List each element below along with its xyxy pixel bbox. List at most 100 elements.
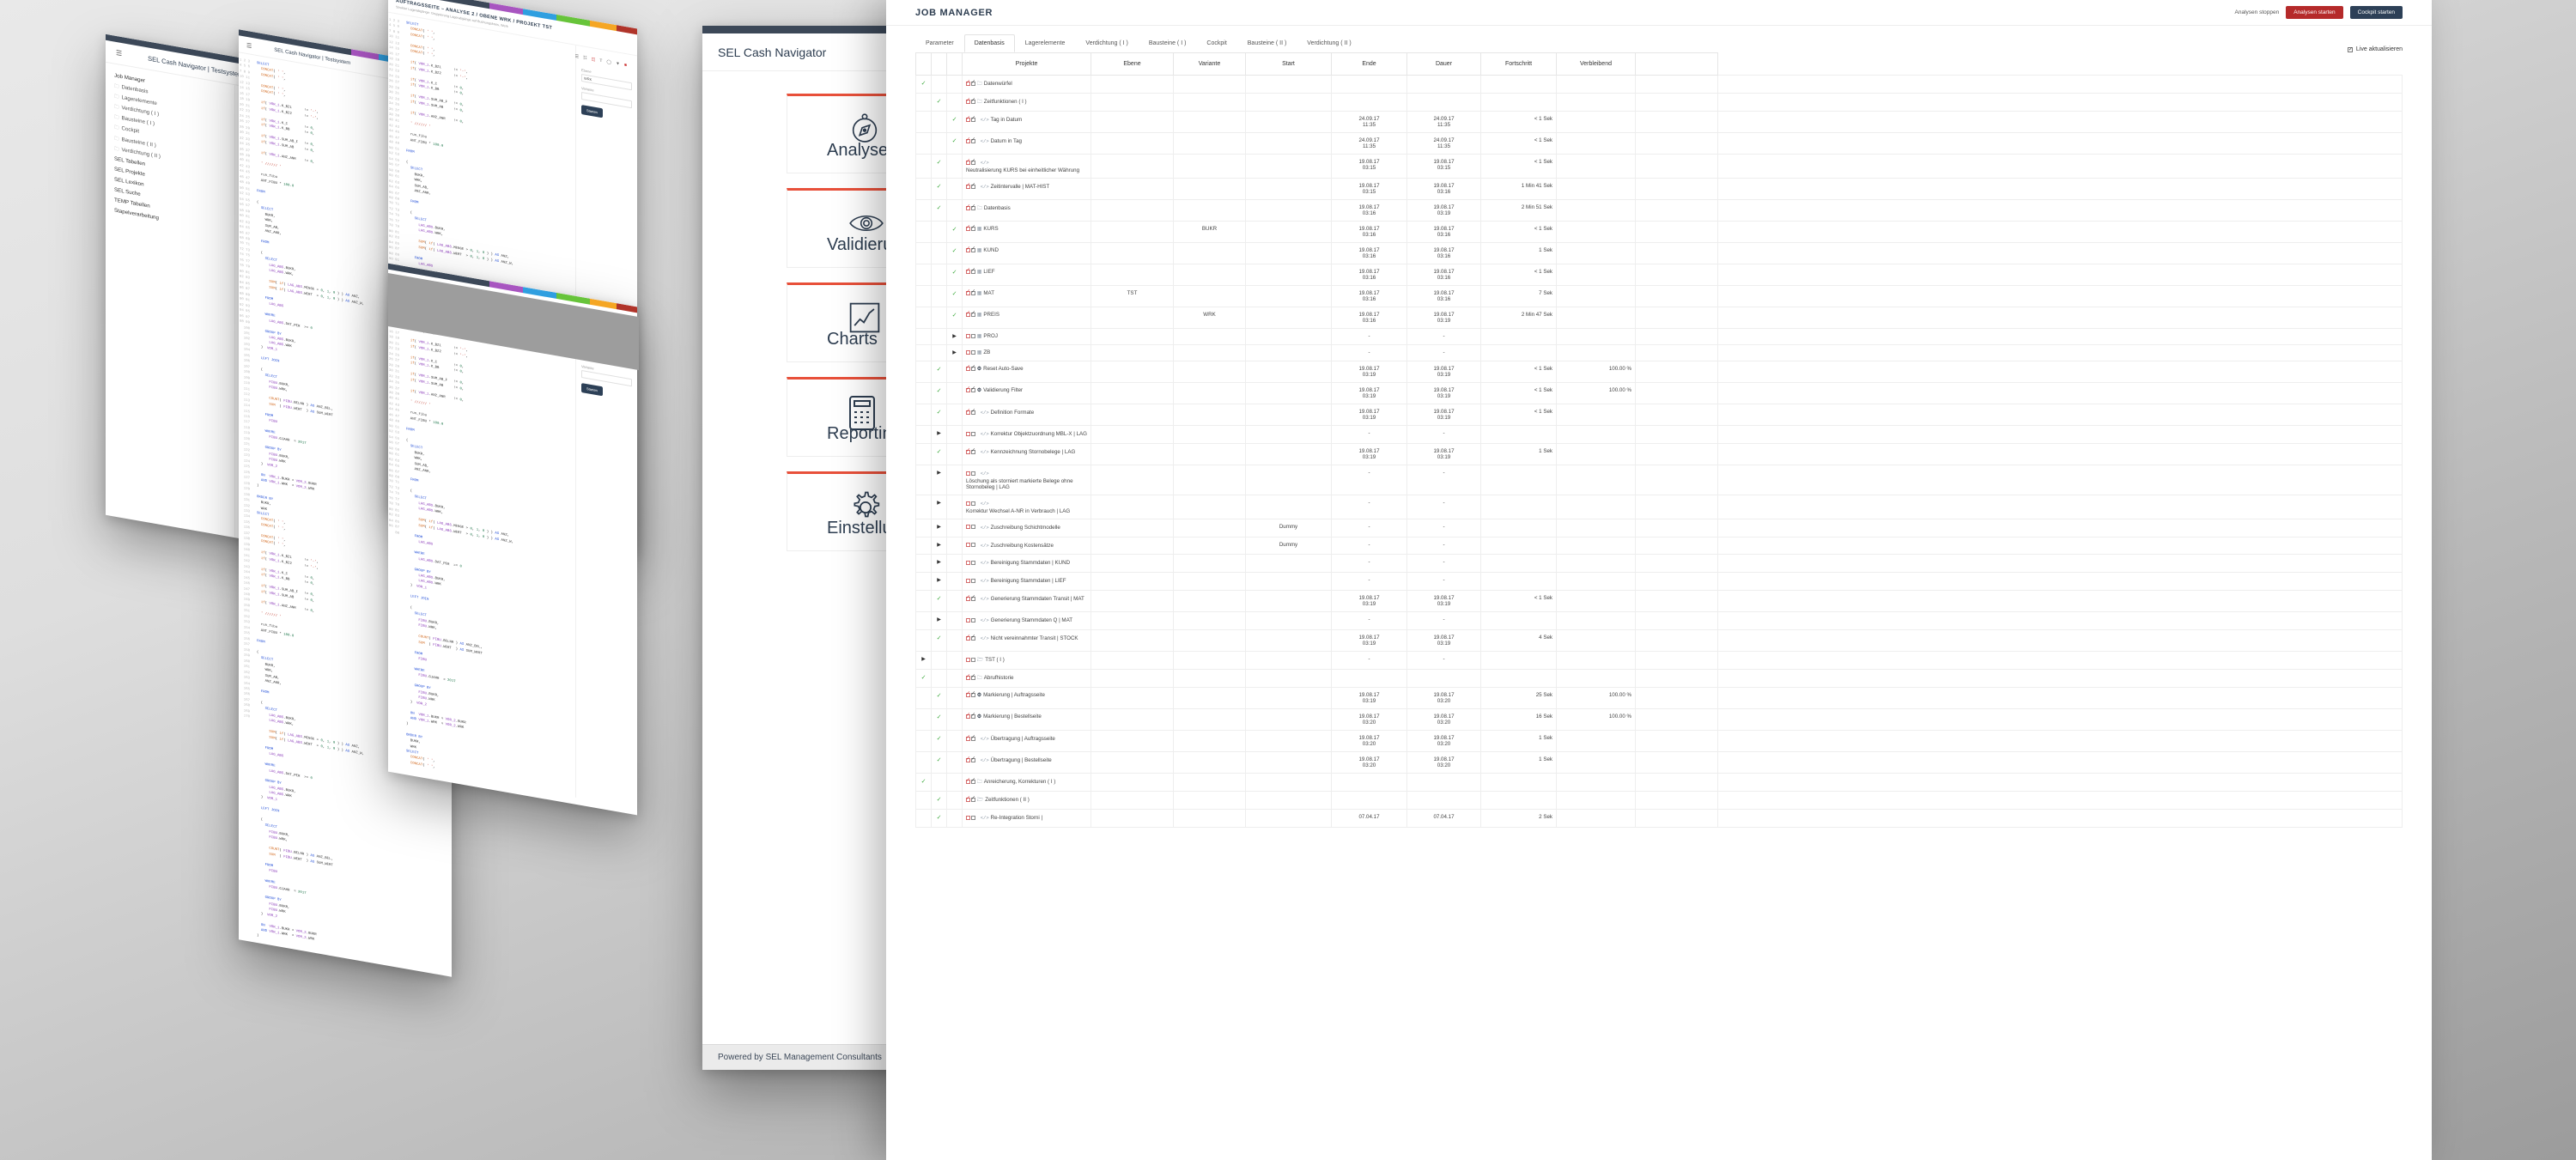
select-checkbox[interactable] (966, 579, 970, 584)
sql-code[interactable]: SELECT CONCAT( ' ', CONCAT( ' ', CONCAT(… (403, 299, 575, 798)
job-label-cell[interactable]: Zuschreibung Schichtmodelle (962, 518, 1091, 537)
select-checkbox[interactable] (966, 408, 970, 415)
select-checkbox[interactable] (966, 501, 970, 506)
job-label-cell[interactable]: TST ( I ) (962, 651, 1091, 671)
job-label-cell[interactable]: Generierung Stammdaten Transit | MAT (962, 590, 1091, 613)
select-checkbox[interactable] (966, 734, 970, 742)
enable-checkbox[interactable] (971, 333, 975, 338)
stop-analyses-link[interactable]: Analysen stoppen (2235, 9, 2280, 15)
table-row[interactable]: ✓ Datenbasis 19.08.1703:1619.08.1703:192 … (915, 198, 2403, 222)
table-row[interactable]: ✓ Zeitfunktionen ( II ) (915, 791, 2403, 811)
start-button[interactable]: Starten (581, 383, 603, 397)
select-checkbox[interactable] (966, 137, 970, 143)
select-checkbox[interactable] (966, 471, 970, 476)
select-checkbox[interactable] (966, 712, 970, 720)
table-row[interactable]: ✓ Nicht vereinnahmter Transit | STOCK 19.… (915, 629, 2403, 653)
enable-checkbox[interactable] (971, 594, 975, 602)
enable-checkbox[interactable] (971, 816, 975, 821)
table-row[interactable]: ✓ Datenwürfel (915, 75, 2403, 94)
select-checkbox[interactable] (966, 288, 970, 295)
start-cockpit-button[interactable]: Cockpit starten (2349, 6, 2403, 19)
job-label-cell[interactable]: Datenbasis (962, 198, 1091, 222)
text-icon[interactable]: T (599, 58, 602, 64)
table-row[interactable]: ✓ Re-Integration Storni | 07.04.1707.04.1… (915, 809, 2403, 829)
enable-checkbox[interactable] (971, 690, 975, 698)
enable-checkbox[interactable] (971, 408, 975, 415)
enable-checkbox[interactable] (971, 386, 975, 392)
job-label-cell[interactable]: Korrektur Wechsel A-NR in Verbrauch | LA… (962, 494, 1091, 519)
table-row[interactable]: ✓ Zeitintervalle | MAT-HIST 19.08.1703:15… (915, 177, 2403, 200)
enable-checkbox[interactable] (971, 777, 975, 785)
select-checkbox[interactable] (966, 267, 970, 274)
table-row[interactable]: ✓ Markierung | Bestellseite 19.08.1703:20… (915, 708, 2403, 732)
download-icon[interactable]: ▼ (616, 61, 620, 67)
enable-checkbox[interactable] (971, 471, 975, 476)
enable-checkbox[interactable] (971, 658, 975, 663)
select-checkbox[interactable] (966, 431, 970, 436)
enable-checkbox[interactable] (971, 158, 975, 165)
select-checkbox[interactable] (966, 349, 970, 355)
table-row[interactable]: ✓ Definition Formate 19.08.1703:1919.08.1… (915, 403, 2403, 426)
enable-checkbox[interactable] (971, 182, 975, 189)
job-label-cell[interactable]: Markierung | Bestellseite (962, 708, 1091, 732)
table-row[interactable]: ✓ Datum in Tag 24.09.1711:3524.09.1711:35… (915, 132, 2403, 155)
table-row[interactable]: ✓ Übertragung | Bestellseite 19.08.1703:2… (915, 751, 2403, 774)
tab-cockpit[interactable]: Cockpit (1196, 34, 1236, 52)
job-label-cell[interactable]: Datum in Tag (962, 132, 1091, 155)
table-row[interactable]: ✓ Anreicherung, Korrekturen ( I ) (915, 773, 2403, 793)
table-row[interactable]: ✓ KURSBUKR19.08.1703:1619.08.1703:16< 1 … (915, 220, 2403, 243)
live-refresh-toggle[interactable]: Live aktualisieren (2347, 46, 2403, 52)
table-row[interactable]: ✓ Übertragung | Auftragsseite 19.08.1703:… (915, 730, 2403, 753)
table-row[interactable]: ▶ Korrektur Objektzuordnung MBL-X | LAG -… (915, 424, 2403, 444)
select-checkbox[interactable] (966, 182, 970, 189)
enable-checkbox[interactable] (971, 734, 975, 742)
enable-checkbox[interactable] (971, 561, 975, 566)
job-label-cell[interactable]: Kennzeichnung Stornobelege | LAG (962, 442, 1091, 465)
table-row[interactable]: ✓ Neutralisierung KURS bei einheitlicher… (915, 154, 2403, 179)
select-checkbox[interactable] (966, 795, 970, 803)
table-row[interactable]: ▶ Zuschreibung KostensätzeDummy-- (915, 536, 2403, 556)
job-label-cell[interactable]: Anreicherung, Korrekturen ( I ) (962, 773, 1091, 793)
job-label-cell[interactable]: Übertragung | Auftragsseite (962, 730, 1091, 753)
job-label-cell[interactable]: Löschung als storniert markierte Belege … (962, 464, 1091, 495)
select-checkbox[interactable] (966, 525, 970, 530)
job-label-cell[interactable]: Reset Auto-Save (962, 360, 1091, 383)
job-label-cell[interactable]: Korrektur Objektzuordnung MBL-X | LAG (962, 424, 1091, 444)
enable-checkbox[interactable] (971, 431, 975, 436)
job-label-cell[interactable]: Bereinigung Stammdaten | LIEF (962, 572, 1091, 592)
table-row[interactable]: ▶ Bereinigung Stammdaten | LIEF -- (915, 572, 2403, 592)
copy-icon[interactable]: ◫ (592, 57, 596, 63)
enable-checkbox[interactable] (971, 246, 975, 252)
job-label-cell[interactable]: ZB (962, 343, 1091, 361)
enable-checkbox[interactable] (971, 203, 975, 210)
table-row[interactable]: ✓ Abrufhistorie (915, 669, 2403, 689)
table-row[interactable]: ✓ Generierung Stammdaten Transit | MAT 19… (915, 590, 2403, 613)
expand-arrow-icon[interactable]: ▶ (946, 327, 963, 345)
job-label-cell[interactable]: Bereinigung Stammdaten | KUND (962, 554, 1091, 574)
select-checkbox[interactable] (966, 364, 970, 371)
select-checkbox[interactable] (966, 634, 970, 641)
enable-checkbox[interactable] (971, 267, 975, 274)
enable-checkbox[interactable] (971, 756, 975, 763)
enable-checkbox[interactable] (971, 447, 975, 454)
table-row[interactable]: ▶ ZB -- (915, 343, 2403, 361)
table-row[interactable]: ✓ KUND19.08.1703:1619.08.1703:161 Sek (915, 241, 2403, 264)
tab-bausteine-ii[interactable]: Bausteine ( II ) (1237, 34, 1297, 52)
clock-icon[interactable]: ◯ (606, 59, 611, 65)
table-row[interactable]: ▶ Löschung als storniert markierte Beleg… (915, 464, 2403, 495)
expand-arrow-icon[interactable]: ▶ (931, 424, 947, 444)
enable-checkbox[interactable] (971, 224, 975, 231)
tab-bausteine-i[interactable]: Bausteine ( I ) (1139, 34, 1197, 52)
table-row[interactable]: ✓ PREIS WRK 19.08.1703:1619.08.1703:192 Mi… (915, 306, 2403, 329)
enable-checkbox[interactable] (971, 543, 975, 548)
job-label-cell[interactable]: Nicht vereinnahmter Transit | STOCK (962, 629, 1091, 653)
enable-checkbox[interactable] (971, 712, 975, 720)
job-label-cell[interactable]: LIEF (962, 263, 1091, 286)
expand-arrow-icon[interactable]: ▶ (931, 611, 947, 631)
select-checkbox[interactable] (966, 115, 970, 122)
job-label-cell[interactable]: Tag in Datum (962, 111, 1091, 133)
select-checkbox[interactable] (966, 816, 970, 821)
columns-icon[interactable]: ☷ (583, 55, 586, 61)
enable-checkbox[interactable] (971, 310, 975, 317)
enable-checkbox[interactable] (971, 579, 975, 584)
